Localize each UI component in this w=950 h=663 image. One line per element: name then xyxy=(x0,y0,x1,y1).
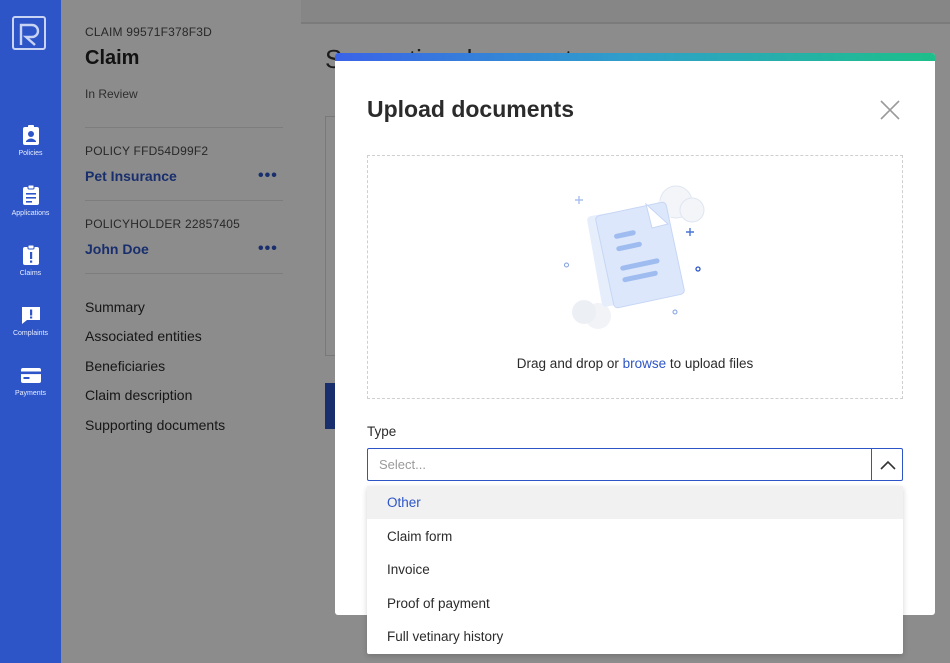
drop-hint: Drag and drop or browse to upload files xyxy=(368,356,902,371)
nav-item-label: Claims xyxy=(19,270,42,277)
clipboard-icon xyxy=(22,184,39,205)
nav-rail: Policies Applications Claims Complaints xyxy=(0,0,61,663)
option-claim-form[interactable]: Claim form xyxy=(367,520,903,553)
type-label: Type xyxy=(367,424,397,439)
type-select[interactable] xyxy=(367,448,903,481)
nav-item-applications[interactable]: Applications xyxy=(0,184,61,217)
chat-alert-icon xyxy=(21,307,40,324)
option-full-vetinary-history[interactable]: Full vetinary history xyxy=(367,620,903,653)
credit-card-icon xyxy=(20,368,41,383)
nav-item-policies[interactable]: Policies xyxy=(0,124,61,157)
chevron-up-icon[interactable] xyxy=(871,449,903,480)
nav-item-label: Payments xyxy=(14,390,47,397)
nav-item-payments[interactable]: Payments xyxy=(0,364,61,397)
option-invoice[interactable]: Invoice xyxy=(367,553,903,586)
logo-icon[interactable] xyxy=(12,16,46,50)
nav-item-claims[interactable]: Claims xyxy=(0,244,61,277)
drop-hint-text-end: to upload files xyxy=(666,356,754,371)
option-other[interactable]: Other xyxy=(367,486,903,519)
close-icon[interactable] xyxy=(878,98,902,122)
nav-item-label: Applications xyxy=(11,210,50,217)
nav-item-complaints[interactable]: Complaints xyxy=(0,304,61,337)
upload-illustration-icon xyxy=(564,185,705,329)
modal-accent-bar xyxy=(335,53,935,61)
modal-title: Upload documents xyxy=(367,96,575,122)
id-badge-icon xyxy=(22,125,39,145)
type-select-input[interactable] xyxy=(369,450,869,479)
file-drop-zone[interactable]: Drag and drop or browse to upload files xyxy=(367,155,903,399)
claims-alert-icon xyxy=(22,244,39,265)
drop-hint-text: Drag and drop or xyxy=(516,356,623,371)
nav-item-label: Policies xyxy=(18,150,43,157)
browse-link[interactable]: browse xyxy=(623,356,667,371)
nav-item-label: Complaints xyxy=(12,330,48,337)
type-options-list: Other Claim form Invoice Proof of paymen… xyxy=(367,486,903,654)
option-proof-of-payment[interactable]: Proof of payment xyxy=(367,587,903,620)
